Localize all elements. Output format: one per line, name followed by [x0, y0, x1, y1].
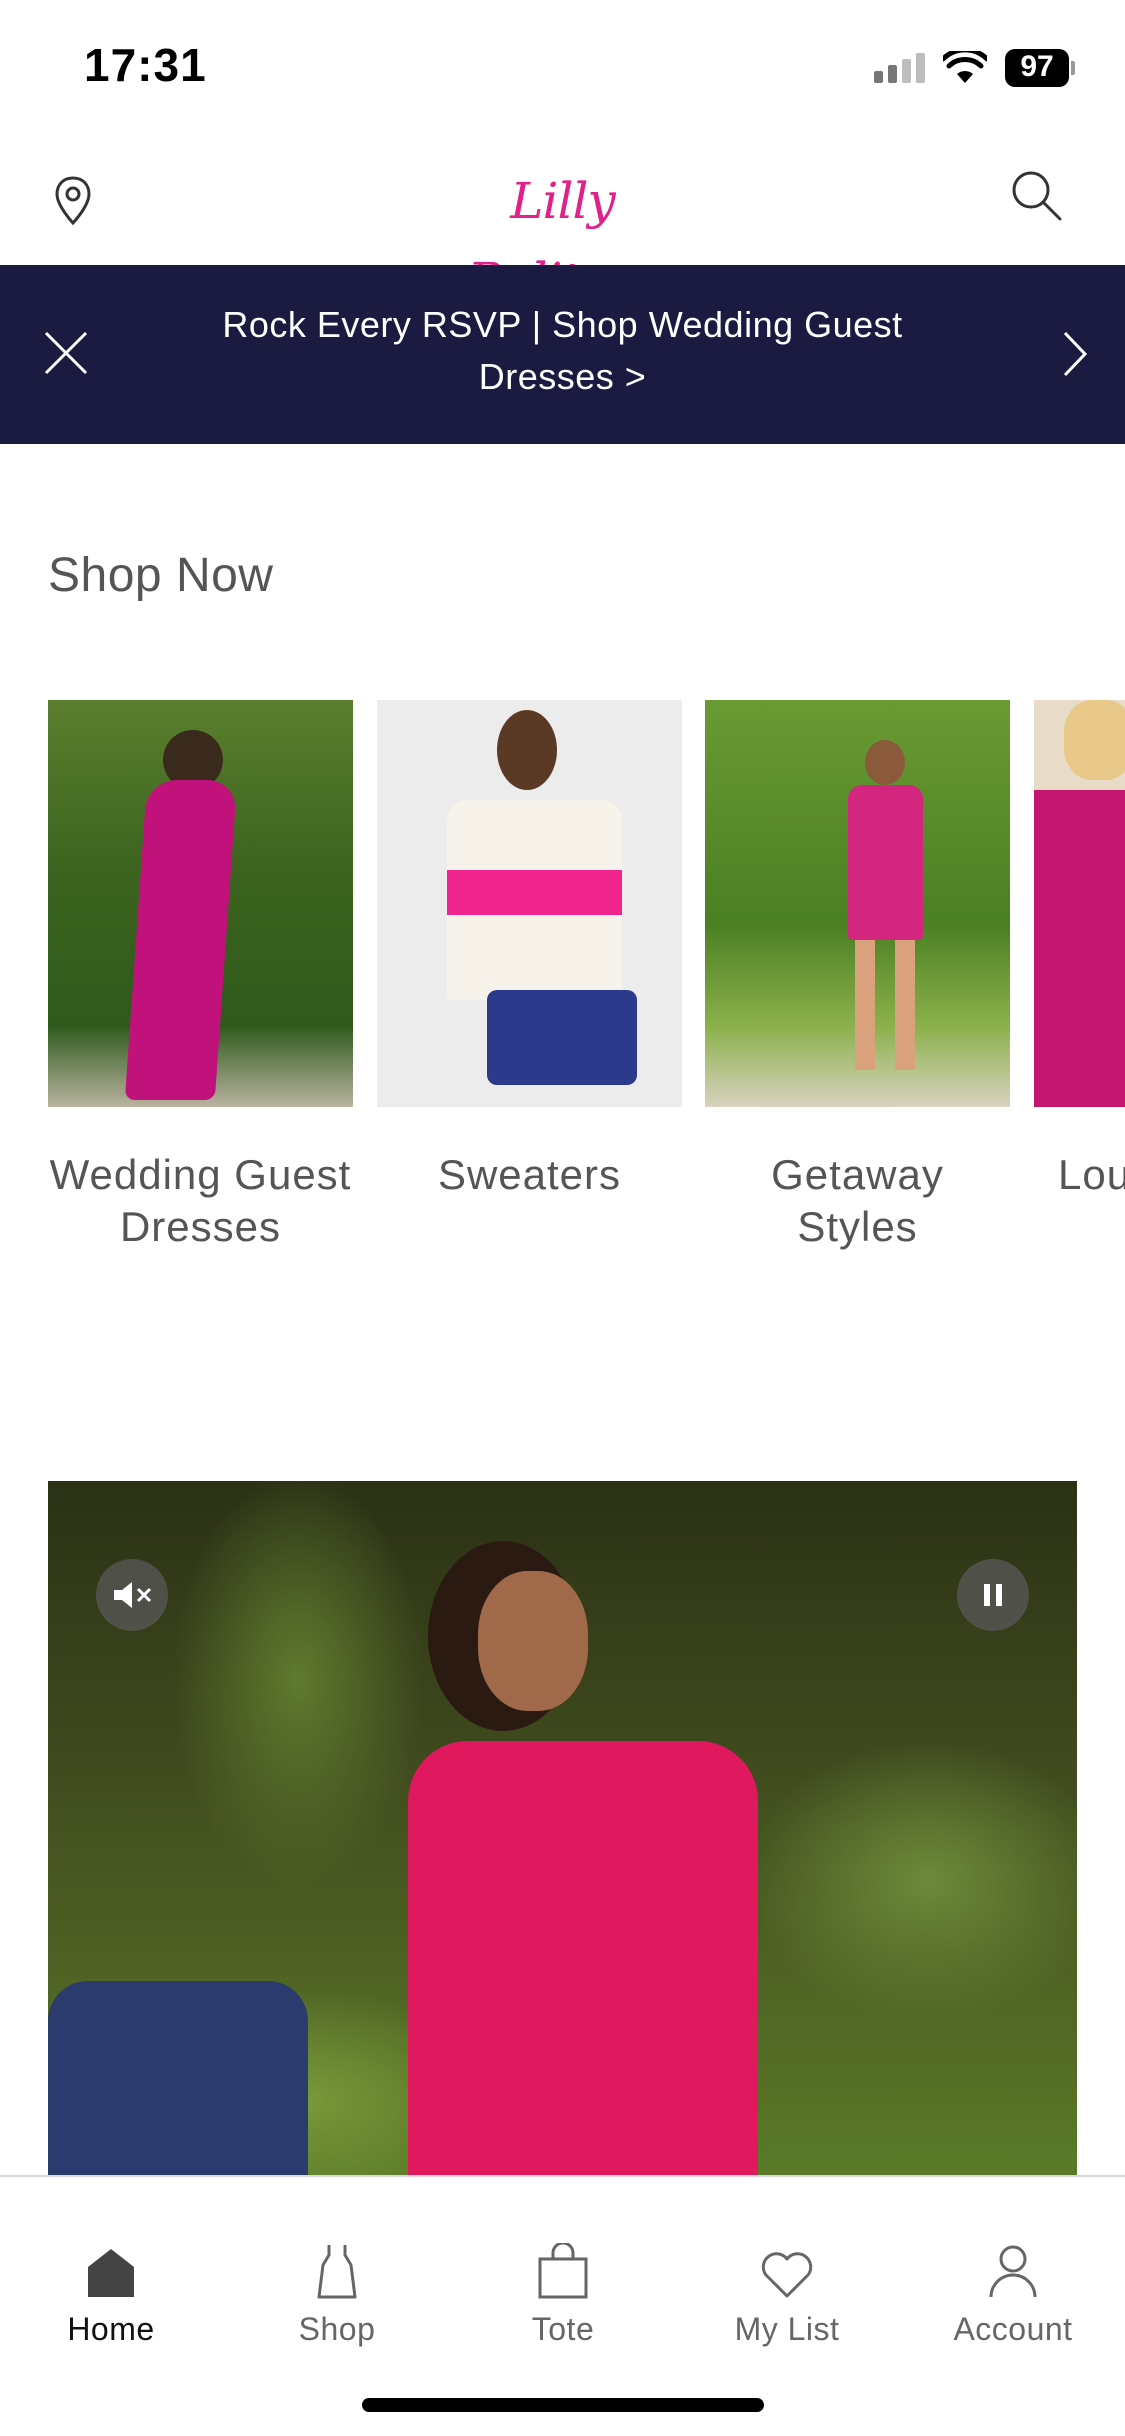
tab-my-list[interactable]: My List [692, 2229, 882, 2348]
status-time: 17:31 [84, 39, 207, 91]
speaker-muted-icon[interactable] [96, 1559, 168, 1631]
tab-label: Shop [298, 2311, 376, 2347]
wifi-icon [943, 51, 987, 83]
lounge-image[interactable] [1034, 700, 1125, 1107]
promo-banner[interactable]: Rock Every RSVP | Shop Wedding Guest Dre… [0, 265, 1125, 444]
map-pin-icon[interactable] [48, 173, 98, 229]
tab-label: My List [734, 2311, 840, 2347]
wedding-dress-image[interactable] [48, 700, 353, 1107]
category-label: Lou [1058, 1151, 1125, 1198]
promo-video[interactable] [48, 1481, 1077, 2175]
shop-now-carousel[interactable]: Wedding Guest Dresses Sweaters Getaway S… [0, 700, 1125, 1300]
chevron-right-icon[interactable] [1049, 327, 1103, 381]
close-icon[interactable] [40, 327, 94, 381]
battery-level: 97 [1005, 49, 1069, 87]
status-bar: 17:31 97 [0, 0, 1125, 135]
tab-tote[interactable]: Tote [468, 2229, 658, 2348]
sweater-image[interactable] [377, 700, 682, 1107]
heart-icon [692, 2229, 882, 2299]
app-header: Lilly Pulitzer [0, 135, 1125, 310]
tab-home[interactable]: Home [16, 2229, 206, 2348]
shopping-bag-icon [468, 2229, 658, 2299]
user-icon [918, 2229, 1108, 2299]
cellular-signal-icon [874, 53, 925, 83]
category-label: Wedding Guest Dresses [49, 1151, 352, 1250]
category-label: Sweaters [437, 1151, 622, 1198]
search-icon[interactable] [1008, 167, 1064, 223]
bottom-tab-bar: Home Shop Tote My List Account [0, 2175, 1125, 2436]
lilly-pulitzer-logo[interactable]: Lilly Pulitzer [440, 161, 685, 310]
status-indicators: 97 [874, 46, 1075, 90]
home-indicator [362, 2398, 764, 2412]
tab-account[interactable]: Account [918, 2229, 1108, 2348]
battery-indicator: 97 [1005, 49, 1075, 87]
tab-label: Home [67, 2311, 155, 2347]
category-card[interactable]: Sweaters [377, 700, 682, 1201]
section-title-shop-now: Shop Now [48, 549, 274, 602]
promo-text[interactable]: Rock Every RSVP | Shop Wedding Guest Dre… [180, 299, 945, 403]
category-card[interactable]: Wedding Guest Dresses [48, 700, 353, 1253]
category-card[interactable]: Getaway Styles [705, 700, 1010, 1253]
getaway-styles-image[interactable] [705, 700, 1010, 1107]
tab-label: Tote [531, 2311, 595, 2347]
category-label: Getaway Styles [771, 1151, 944, 1250]
pause-icon[interactable] [957, 1559, 1029, 1631]
dress-icon [242, 2229, 432, 2299]
tab-label: Account [953, 2311, 1073, 2347]
home-icon [16, 2229, 206, 2299]
category-card[interactable]: Lou [1034, 700, 1125, 1201]
tab-shop[interactable]: Shop [242, 2229, 432, 2348]
